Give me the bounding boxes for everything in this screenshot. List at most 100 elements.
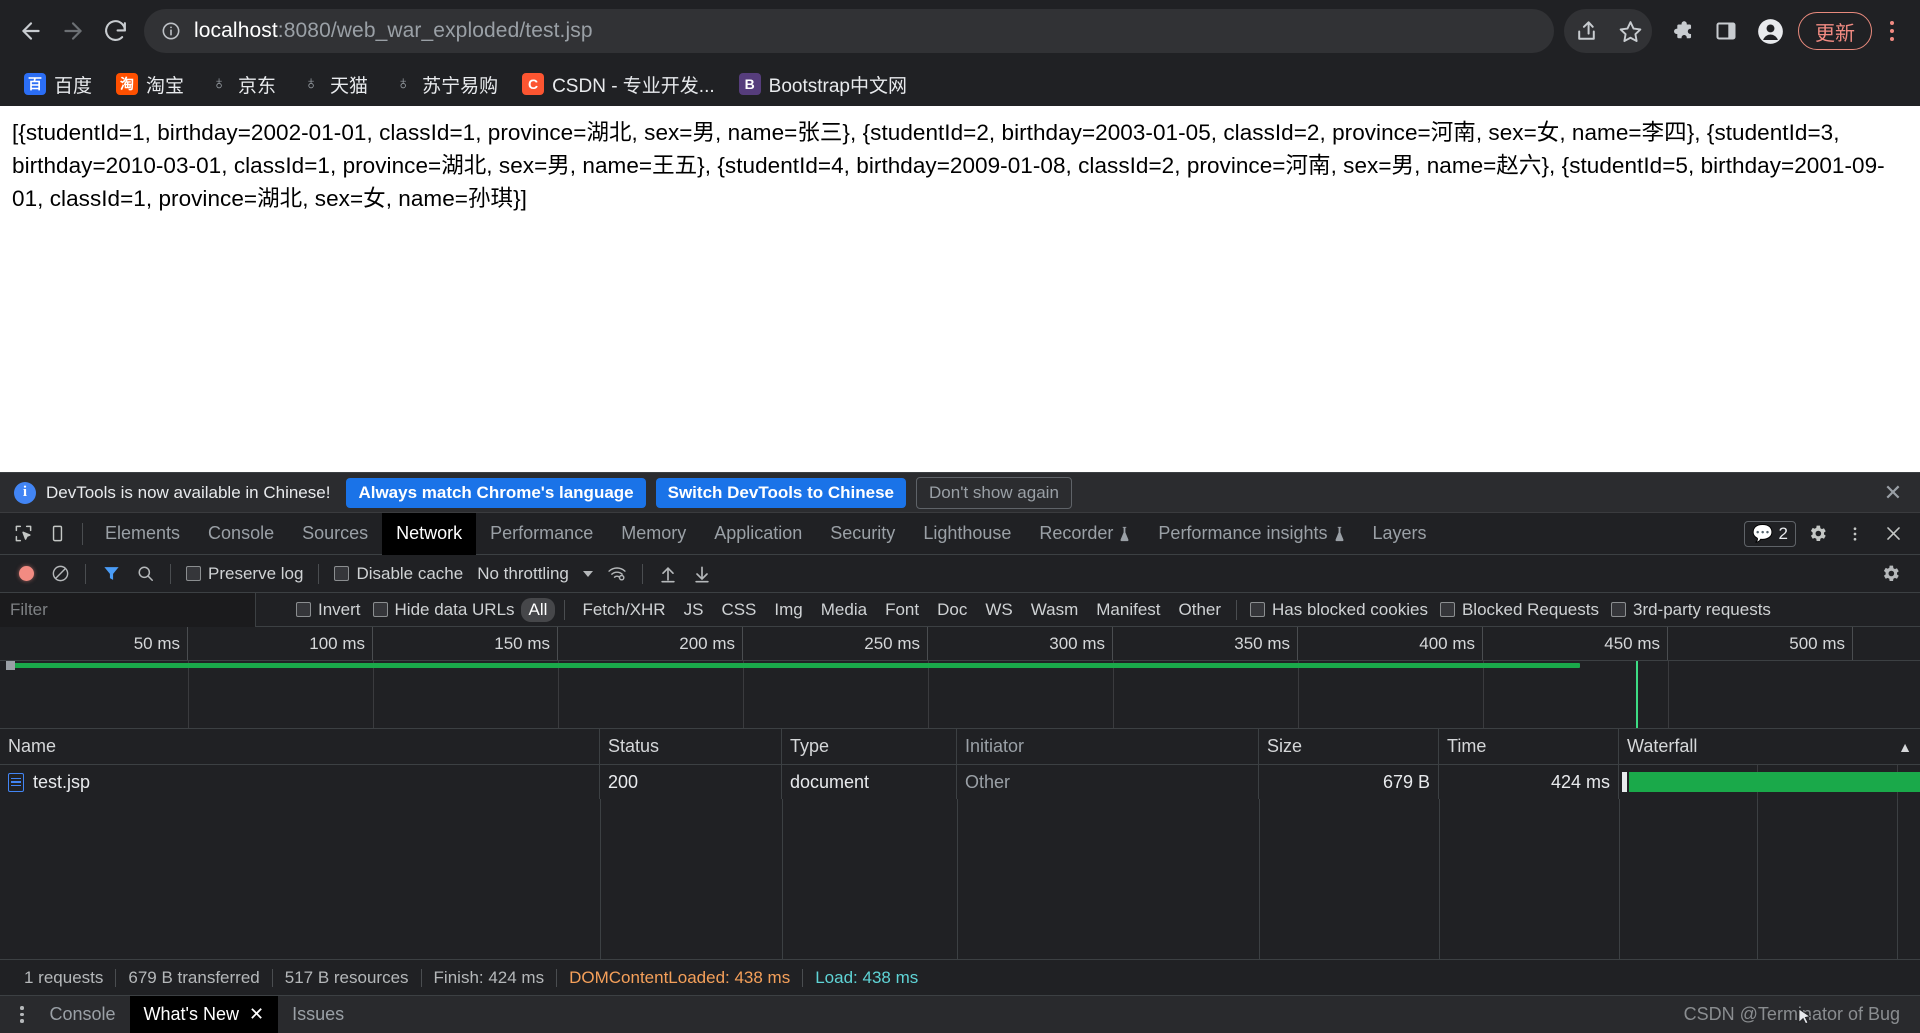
column-header-type[interactable]: Type [782, 729, 957, 764]
site-info-icon[interactable] [160, 20, 182, 42]
tab-console[interactable]: Console [194, 513, 288, 555]
share-icon[interactable] [1564, 9, 1608, 53]
mouse-cursor-icon [1798, 1008, 1812, 1026]
overview-request-bar [12, 663, 1580, 668]
bookmark-item[interactable]: ♁ 苏宁易购 [382, 66, 508, 103]
network-overview-timeline[interactable]: 50 ms 100 ms 150 ms 200 ms 250 ms 300 ms… [0, 627, 1920, 729]
filter-type-fetch-xhr[interactable]: Fetch/XHR [574, 598, 673, 622]
filter-type-css[interactable]: CSS [713, 598, 764, 622]
baidu-icon: 百 [24, 73, 46, 95]
gear-icon[interactable] [1800, 517, 1834, 551]
bootstrap-icon: B [738, 73, 761, 95]
tab-performance[interactable]: Performance [476, 513, 607, 555]
column-header-name[interactable]: Name [0, 729, 600, 764]
filter-type-all[interactable]: All [520, 597, 556, 622]
throttling-select[interactable]: No throttling [471, 564, 599, 584]
export-har-icon[interactable] [686, 558, 718, 590]
cell-name[interactable]: test.jsp [0, 765, 600, 799]
has-blocked-cookies-checkbox[interactable]: Has blocked cookies [1244, 600, 1434, 620]
import-har-icon[interactable] [652, 558, 684, 590]
filter-type-media[interactable]: Media [813, 598, 875, 622]
extensions-icon[interactable] [1660, 9, 1704, 53]
filter-type-other[interactable]: Other [1171, 598, 1230, 622]
tab-memory[interactable]: Memory [607, 513, 700, 555]
overview-left-handle[interactable] [6, 661, 15, 670]
filter-type-manifest[interactable]: Manifest [1088, 598, 1168, 622]
drawer-tab-console[interactable]: Console [36, 996, 130, 1033]
tab-recorder-label: Recorder [1039, 523, 1114, 543]
column-header-status[interactable]: Status [600, 729, 782, 764]
summary-finish: Finish: 424 ms [433, 967, 545, 987]
inspect-element-icon[interactable] [6, 517, 40, 551]
drawer-tab-issues[interactable]: Issues [278, 996, 358, 1033]
dont-show-again-button[interactable]: Don't show again [916, 476, 1072, 509]
bookmark-item[interactable]: 百 百度 [14, 66, 102, 103]
page-viewport: [{studentId=1, birthday=2002-01-01, clas… [0, 106, 1920, 472]
tab-layers[interactable]: Layers [1359, 513, 1441, 555]
always-match-language-button[interactable]: Always match Chrome's language [346, 477, 646, 508]
more-options-icon[interactable] [1838, 517, 1872, 551]
filter-type-font[interactable]: Font [877, 598, 927, 622]
preserve-log-checkbox[interactable]: Preserve log [180, 564, 309, 584]
reload-button[interactable] [94, 10, 136, 52]
chrome-menu-icon[interactable] [1874, 9, 1910, 53]
tab-elements[interactable]: Elements [91, 513, 194, 555]
profile-avatar[interactable] [1748, 9, 1792, 53]
message-count-badge[interactable]: 💬 2 [1744, 520, 1796, 547]
filter-type-img[interactable]: Img [766, 598, 810, 622]
taobao-icon: 淘 [116, 73, 139, 95]
document-icon [8, 772, 24, 792]
overview-tick: 450 ms [1483, 627, 1668, 660]
tab-lighthouse[interactable]: Lighthouse [909, 513, 1025, 555]
column-header-time[interactable]: Time [1439, 729, 1619, 764]
tab-sources[interactable]: Sources [288, 513, 382, 555]
close-icon[interactable]: ✕ [249, 1004, 264, 1025]
side-panel-icon[interactable] [1704, 9, 1748, 53]
close-devtools-icon[interactable] [1876, 517, 1910, 551]
filter-type-js[interactable]: JS [676, 598, 712, 622]
overview-tick: 300 ms [928, 627, 1113, 660]
blocked-requests-checkbox[interactable]: Blocked Requests [1434, 600, 1605, 620]
filter-icon[interactable] [95, 558, 127, 590]
switch-devtools-chinese-button[interactable]: Switch DevTools to Chinese [655, 477, 907, 508]
filter-type-wasm[interactable]: Wasm [1023, 598, 1087, 622]
tab-security[interactable]: Security [816, 513, 909, 555]
table-row[interactable]: test.jsp 200 document Other 679 B 424 ms [0, 765, 1920, 799]
address-bar[interactable]: localhost:8080/web_war_exploded/test.jsp [144, 9, 1554, 53]
bookmark-item[interactable]: C CSDN - 专业开发... [512, 66, 725, 103]
bookmark-star-icon[interactable] [1608, 9, 1652, 53]
column-header-waterfall[interactable]: Waterfall ▲ [1619, 729, 1920, 764]
summary-requests: 1 requests [24, 967, 104, 987]
close-icon[interactable]: ✕ [1880, 480, 1906, 506]
bookmark-item[interactable]: ♁ 京东 [198, 66, 286, 103]
filter-type-ws[interactable]: WS [977, 598, 1020, 622]
tab-application[interactable]: Application [700, 513, 816, 555]
record-button[interactable] [10, 558, 42, 590]
tab-performance-insights[interactable]: Performance insights [1144, 513, 1358, 555]
network-settings-gear-icon[interactable] [1874, 558, 1906, 590]
filter-type-doc[interactable]: Doc [929, 598, 975, 622]
summary-transferred: 679 B transferred [128, 967, 260, 987]
tab-network[interactable]: Network [382, 512, 477, 555]
back-button[interactable] [10, 10, 52, 52]
column-header-initiator[interactable]: Initiator [957, 729, 1259, 764]
invert-checkbox[interactable]: Invert [290, 600, 367, 620]
column-header-size[interactable]: Size [1259, 729, 1439, 764]
forward-button[interactable] [52, 10, 94, 52]
bookmark-item[interactable]: ♁ 天猫 [290, 66, 378, 103]
summary-resources: 517 B resources [284, 967, 409, 987]
update-button[interactable]: 更新 [1798, 12, 1872, 50]
network-conditions-icon[interactable] [601, 558, 633, 590]
bookmark-item[interactable]: B Bootstrap中文网 [729, 66, 917, 103]
device-toolbar-icon[interactable] [40, 517, 74, 551]
search-icon[interactable] [129, 558, 161, 590]
clear-icon[interactable] [44, 558, 76, 590]
bookmark-item[interactable]: 淘 淘宝 [106, 66, 194, 103]
third-party-requests-checkbox[interactable]: 3rd-party requests [1605, 600, 1777, 620]
hide-data-urls-checkbox[interactable]: Hide data URLs [367, 600, 521, 620]
disable-cache-checkbox[interactable]: Disable cache [328, 564, 469, 584]
filter-input[interactable]: Filter [0, 592, 256, 627]
tab-recorder[interactable]: Recorder [1025, 513, 1144, 555]
drawer-tab-whats-new[interactable]: What's New ✕ [129, 995, 279, 1033]
drawer-more-icon[interactable] [8, 1006, 36, 1023]
